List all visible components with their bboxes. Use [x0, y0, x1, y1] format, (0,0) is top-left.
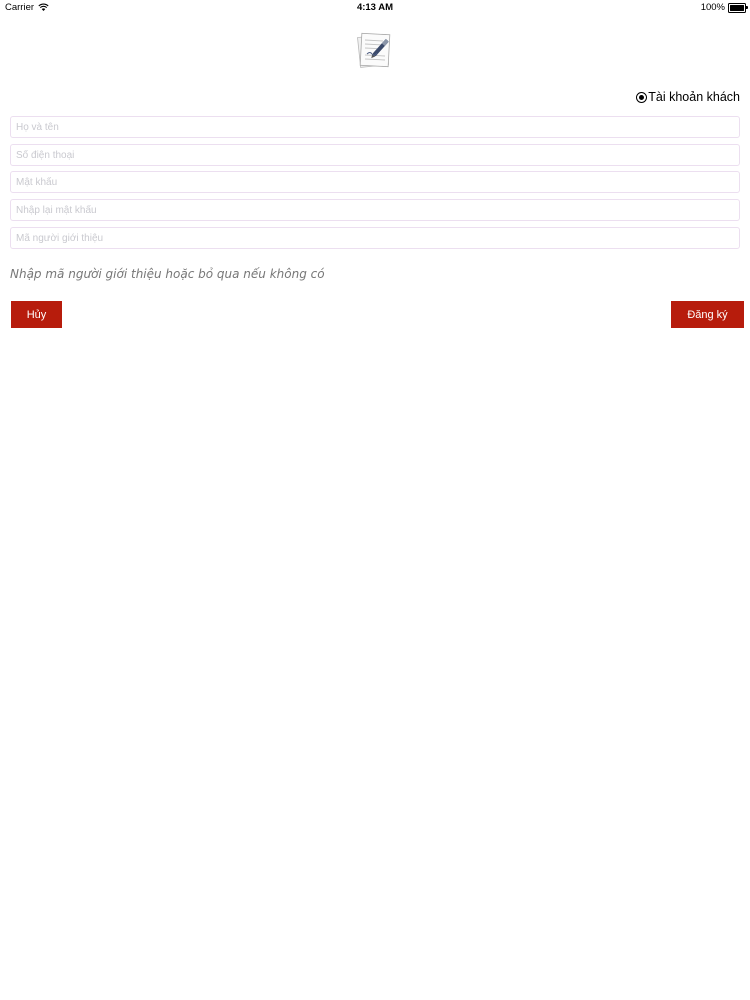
register-button[interactable]: Đăng ký	[671, 301, 744, 328]
phone-input[interactable]	[10, 144, 740, 166]
referral-hint: Nhập mã người giới thiệu hoặc bỏ qua nếu…	[10, 267, 325, 281]
referral-code-input[interactable]	[10, 227, 740, 249]
status-bar: Carrier 4:13 AM 100%	[0, 0, 750, 16]
guest-account-option[interactable]: Tài khoản khách	[636, 90, 740, 104]
radio-selected-icon[interactable]	[636, 91, 648, 103]
document-pen-icon	[357, 32, 391, 68]
fullname-input[interactable]	[10, 116, 740, 138]
signup-screen: Carrier 4:13 AM 100% Tài khoản khách Họ …	[0, 0, 750, 1000]
cancel-button[interactable]: Hủy	[11, 301, 62, 328]
clock: 4:13 AM	[356, 2, 394, 13]
status-right: 100%	[700, 2, 748, 13]
guest-account-label: Tài khoản khách	[648, 90, 740, 104]
password-input[interactable]	[10, 171, 740, 193]
battery-percentage: 100%	[700, 2, 725, 13]
battery-icon	[728, 2, 748, 13]
confirm-password-input[interactable]	[10, 199, 740, 221]
